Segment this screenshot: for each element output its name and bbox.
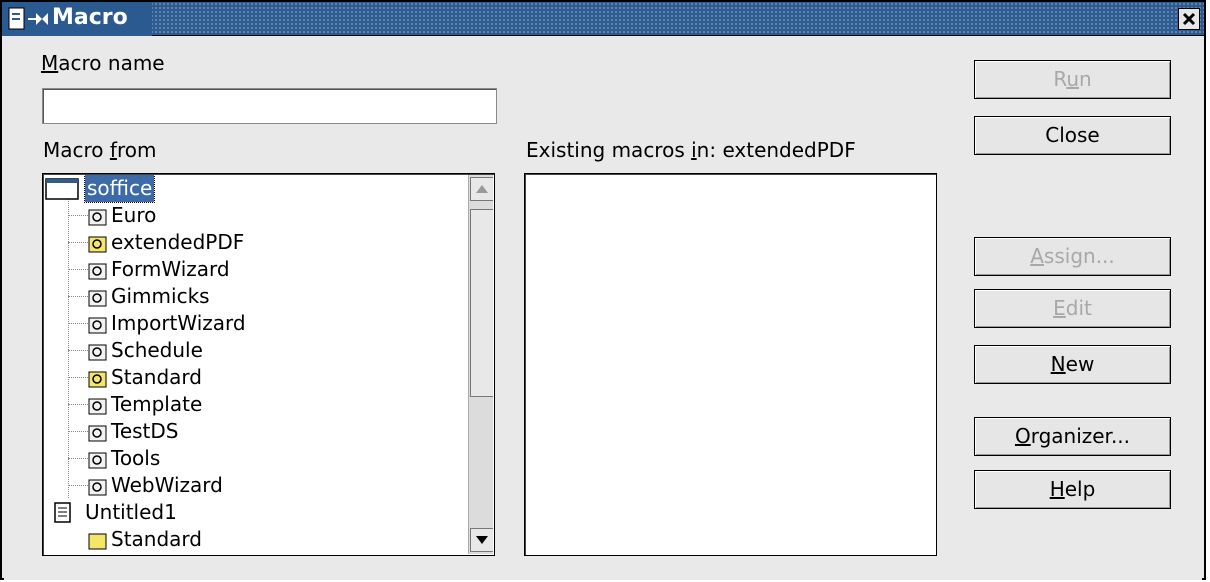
macro-dialog: Macro Macro name Macro from Existing mac… — [0, 0, 1206, 580]
library-icon — [88, 425, 107, 442]
dialog-content: Macro name Macro from Existing macros in… — [4, 36, 1202, 580]
library-tree[interactable]: soffice Euro extendedPDF FormWizard Gimm… — [44, 175, 493, 554]
new-button[interactable]: New — [974, 345, 1171, 384]
macro-name-input[interactable] — [42, 88, 497, 124]
existing-macros-list[interactable] — [524, 173, 937, 556]
tree-item-label: ImportWizard — [111, 311, 246, 335]
run-button[interactable]: Run — [974, 60, 1171, 99]
close-button[interactable]: Close — [974, 116, 1171, 155]
tree-connector — [68, 242, 88, 243]
macro-icon — [28, 13, 48, 25]
tree-connector — [68, 323, 88, 324]
library-loaded-icon — [88, 371, 107, 388]
tree-connector — [68, 431, 88, 432]
library-icon — [88, 263, 107, 280]
macro-name-label-rest: acro name — [58, 51, 165, 75]
window-title: Macro — [52, 5, 128, 30]
library-icon — [88, 398, 107, 415]
title-bar[interactable]: Macro — [2, 2, 1204, 36]
tree-item-label: Euro — [111, 203, 157, 227]
close-window-button[interactable] — [1178, 8, 1200, 30]
library-loaded-icon — [88, 236, 107, 253]
tree-root-label: soffice — [83, 175, 156, 203]
scroll-up-button[interactable] — [470, 177, 493, 201]
tree-connector — [68, 404, 88, 405]
tree-connector — [68, 458, 88, 459]
tree-item-label: Tools — [111, 446, 161, 470]
macro-from-label: Macro from — [43, 138, 157, 162]
library-icon — [88, 344, 107, 361]
tree-connector — [68, 485, 88, 486]
organizer-button[interactable]: Organizer... — [974, 417, 1171, 456]
library-loaded-icon — [88, 533, 107, 550]
tree-item-label: Untitled1 — [85, 500, 177, 524]
tree-connector — [68, 195, 69, 498]
tree-item-label: TestDS — [111, 419, 179, 443]
arrow-up-icon — [476, 185, 488, 193]
macro-name-label: Macro name — [41, 51, 165, 75]
tree-connector — [68, 377, 88, 378]
tree-connector — [68, 215, 88, 216]
scroll-thumb[interactable] — [470, 209, 493, 397]
existing-macros-label: Existing macros in: extendedPDF — [526, 138, 856, 162]
scroll-down-button[interactable] — [470, 528, 493, 552]
library-icon — [88, 479, 107, 496]
close-icon — [1182, 12, 1196, 26]
assign-button[interactable]: Assign... — [974, 237, 1171, 276]
tree-connector — [68, 269, 88, 270]
tree-item-label: Gimmicks — [111, 284, 210, 308]
tree-connector — [68, 350, 88, 351]
tree-item-label: extendedPDF — [111, 230, 245, 254]
library-icon — [88, 290, 107, 307]
tree-item-label: Standard — [111, 527, 202, 551]
edit-button[interactable]: Edit — [974, 289, 1171, 328]
tree-scrollbar[interactable] — [468, 175, 493, 554]
library-icon — [88, 452, 107, 469]
library-icon — [88, 317, 107, 334]
tree-item-label: FormWizard — [111, 257, 230, 281]
tree-item-label: Standard — [111, 365, 202, 389]
tree-item-label: Schedule — [111, 338, 203, 362]
help-button[interactable]: Help — [974, 470, 1171, 509]
tree-connector — [68, 296, 88, 297]
tree-item-label: WebWizard — [111, 473, 223, 497]
arrow-down-icon — [476, 536, 488, 544]
document-icon — [8, 7, 25, 30]
text-document-icon — [54, 502, 71, 523]
library-icon — [88, 209, 107, 226]
basic-ide-icon — [45, 178, 79, 200]
tree-item-label: Template — [111, 392, 203, 416]
